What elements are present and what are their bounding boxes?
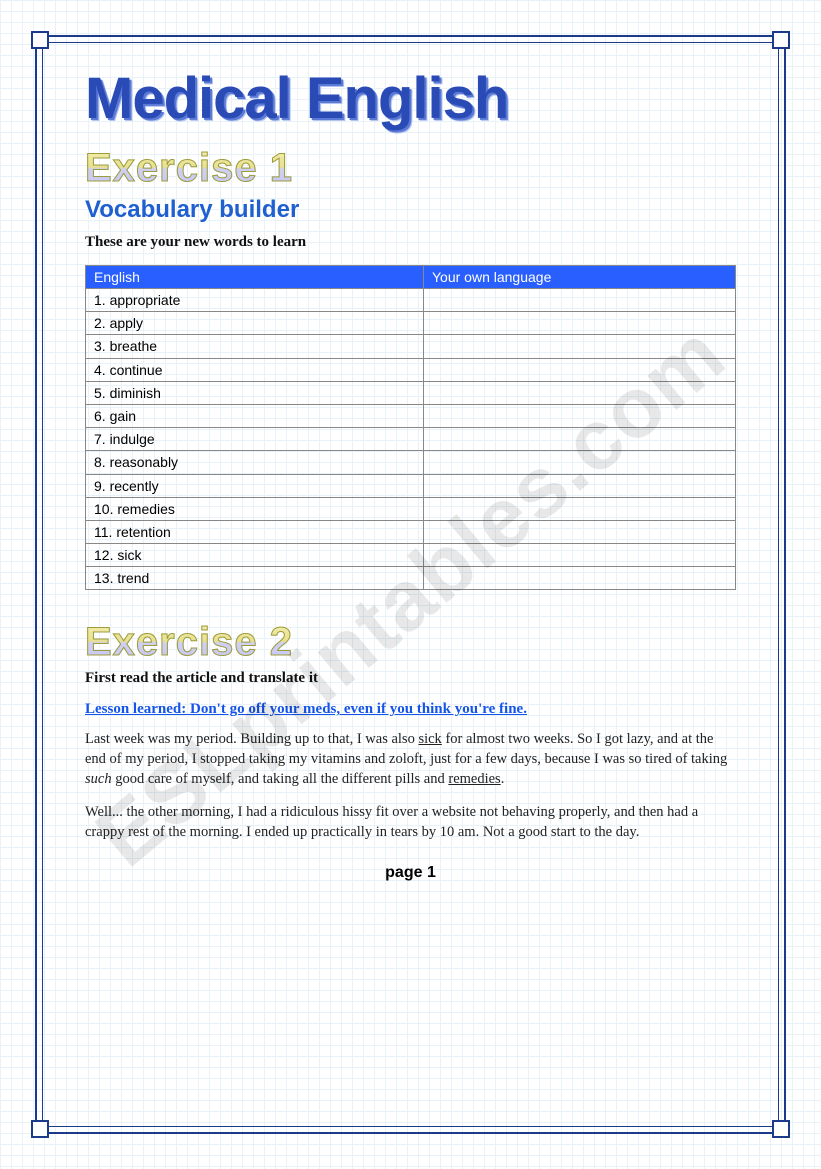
exercise-1-instruction: These are your new words to learn [85, 234, 736, 251]
table-row: 4. continue [86, 358, 736, 381]
table-row: 3. breathe [86, 335, 736, 358]
vocab-word-cell: 7. indulge [86, 428, 424, 451]
vocab-word-cell: 13. trend [86, 567, 424, 590]
table-header-ownlang: Your own language [424, 266, 736, 289]
table-row: 5. diminish [86, 381, 736, 404]
vocab-word-cell: 5. diminish [86, 381, 424, 404]
vocab-word-cell: 3. breathe [86, 335, 424, 358]
page-title: Medical English [85, 70, 736, 128]
vocab-word-cell: 9. recently [86, 474, 424, 497]
article-paragraph-2: Well... the other morning, I had a ridic… [85, 803, 736, 842]
vocabulary-subheading: Vocabulary builder [85, 196, 736, 224]
vocab-word-cell: 11. retention [86, 520, 424, 543]
table-row: 8. reasonably [86, 451, 736, 474]
page-number: page 1 [85, 864, 736, 882]
vocab-word-cell: 10. remedies [86, 497, 424, 520]
table-row: 6. gain [86, 404, 736, 427]
exercise-2-heading: Exercise 2 [85, 620, 736, 664]
vocab-translation-cell[interactable] [424, 428, 736, 451]
underlined-word-remedies: remedies [448, 771, 500, 787]
exercise-1-heading: Exercise 1 [85, 146, 736, 190]
vocab-translation-cell[interactable] [424, 497, 736, 520]
exercise-2-instruction: First read the article and translate it [85, 670, 736, 687]
vocab-word-cell: 12. sick [86, 544, 424, 567]
vocab-word-cell: 8. reasonably [86, 451, 424, 474]
article-paragraph-1: Last week was my period. Building up to … [85, 730, 736, 789]
table-row: 12. sick [86, 544, 736, 567]
article-title-link[interactable]: Lesson learned: Don't go off your meds, … [85, 701, 736, 718]
table-row: 10. remedies [86, 497, 736, 520]
vocab-translation-cell[interactable] [424, 404, 736, 427]
table-row: 13. trend [86, 567, 736, 590]
vocab-word-cell: 1. appropriate [86, 289, 424, 312]
underlined-word-sick: sick [418, 731, 441, 747]
vocab-word-cell: 2. apply [86, 312, 424, 335]
table-row: 7. indulge [86, 428, 736, 451]
vocab-translation-cell[interactable] [424, 381, 736, 404]
table-row: 9. recently [86, 474, 736, 497]
table-row: 1. appropriate [86, 289, 736, 312]
vocab-translation-cell[interactable] [424, 474, 736, 497]
vocab-word-cell: 6. gain [86, 404, 424, 427]
vocab-translation-cell[interactable] [424, 544, 736, 567]
vocab-translation-cell[interactable] [424, 289, 736, 312]
vocab-word-cell: 4. continue [86, 358, 424, 381]
table-header-english: English [86, 266, 424, 289]
vocabulary-table: English Your own language 1. appropriate… [85, 265, 736, 590]
page-content: Medical English Exercise 1 Vocabulary bu… [0, 0, 821, 932]
vocab-translation-cell[interactable] [424, 567, 736, 590]
vocab-translation-cell[interactable] [424, 358, 736, 381]
table-row: 2. apply [86, 312, 736, 335]
vocab-translation-cell[interactable] [424, 520, 736, 543]
corner-decoration [31, 1120, 49, 1138]
corner-decoration [772, 1120, 790, 1138]
vocab-translation-cell[interactable] [424, 335, 736, 358]
vocab-translation-cell[interactable] [424, 312, 736, 335]
table-row: 11. retention [86, 520, 736, 543]
vocab-translation-cell[interactable] [424, 451, 736, 474]
italic-word-such: such [85, 771, 112, 787]
